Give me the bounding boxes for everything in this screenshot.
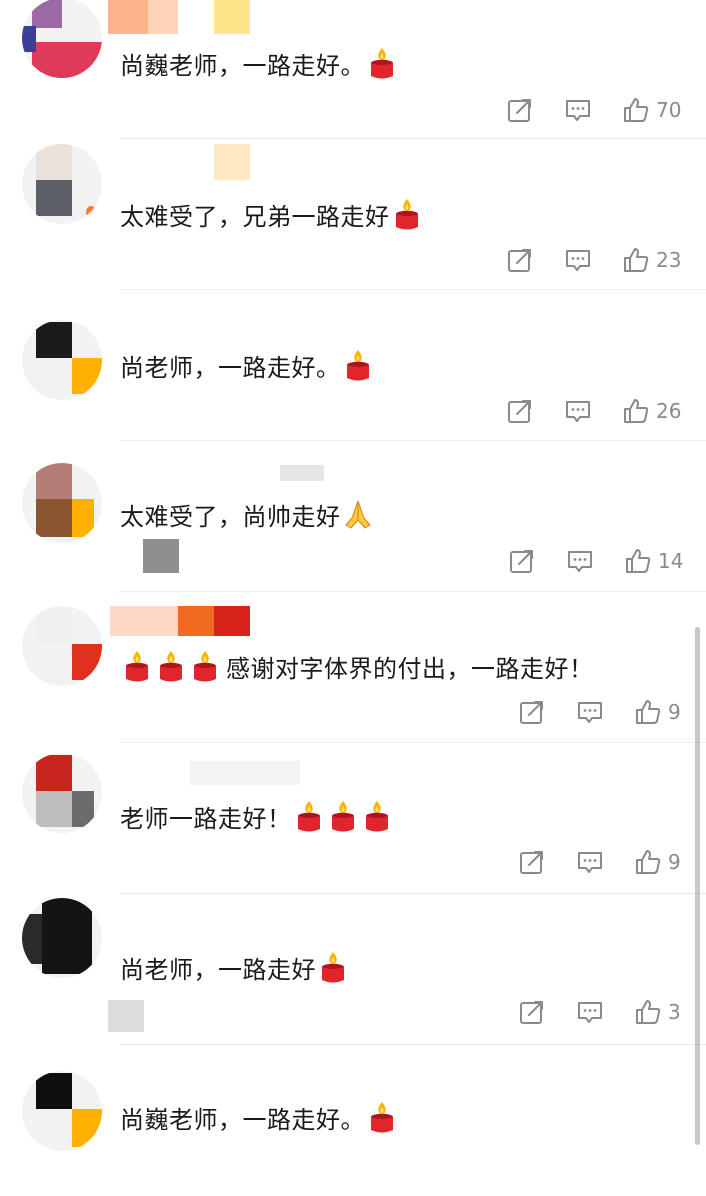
comment-actions: 14 — [508, 546, 683, 576]
like-count: 26 — [656, 399, 682, 423]
username-blurred — [214, 0, 250, 34]
candle-emoji — [157, 649, 185, 683]
comment-actions: 26 — [506, 396, 681, 426]
comment-actions: 3 — [518, 997, 681, 1027]
reply-button[interactable] — [564, 96, 592, 124]
comment-item: 尚巍老师，一路走好。 70 — [0, 0, 706, 139]
comment-text-content: 老师一路走好！ — [120, 805, 292, 833]
comment-item: 太难受了，尚帅走好 14 — [0, 441, 706, 592]
like-count: 9 — [668, 700, 681, 724]
comment-text-content: 尚巍老师，一路走好。 — [120, 52, 365, 80]
reply-button[interactable] — [576, 698, 604, 726]
share-button[interactable] — [518, 848, 546, 876]
candle-emoji — [123, 649, 151, 683]
avatar[interactable] — [22, 320, 102, 400]
comment-text: 老师一路走好！ — [120, 799, 394, 834]
comment-text-content: 尚巍老师，一路走好。 — [120, 1106, 365, 1134]
comment-text: 太难受了，兄弟一路走好 — [120, 197, 424, 232]
comment-actions: 9 — [518, 847, 681, 877]
like-count: 9 — [668, 850, 681, 874]
candle-emoji — [344, 348, 372, 382]
share-button[interactable] — [518, 698, 546, 726]
like-count: 3 — [668, 1000, 681, 1024]
comment-text-content: 太难受了，尚帅走好 — [120, 503, 341, 531]
like-count: 14 — [658, 549, 684, 573]
avatar[interactable] — [22, 0, 102, 78]
comment-text: 尚老师，一路走好。 — [120, 348, 375, 383]
username-blurred[interactable] — [214, 144, 250, 180]
candle-emoji — [368, 1100, 396, 1134]
username-blurred — [148, 0, 178, 34]
comment-text: 尚巍老师，一路走好。 — [120, 1100, 399, 1135]
blurred-timestamp — [143, 539, 179, 573]
comment-text: 尚老师，一路走好 — [120, 950, 350, 985]
candle-emoji — [393, 197, 421, 231]
scrollbar[interactable] — [695, 627, 700, 1145]
comment-item: 尚老师，一路走好。 26 — [0, 290, 706, 441]
reply-button[interactable] — [566, 547, 594, 575]
like-button[interactable] — [622, 397, 650, 425]
folded-hands-emoji — [343, 498, 373, 530]
share-button[interactable] — [506, 96, 534, 124]
like-button[interactable] — [634, 698, 662, 726]
comment-item: 太难受了，兄弟一路走好 23 — [0, 139, 706, 290]
candle-emoji — [295, 799, 323, 833]
blurred-timestamp — [108, 1000, 144, 1032]
comment-item: 尚老师，一路走好 3 — [0, 894, 706, 1045]
avatar[interactable] — [22, 144, 102, 224]
candle-emoji — [363, 799, 391, 833]
comment-feed: 尚巍老师，一路走好。 70 太难受了，兄弟一路走好 23 尚老师，一路走好。 2… — [0, 0, 706, 1151]
like-button[interactable] — [622, 246, 650, 274]
comment-actions: 70 — [506, 95, 681, 125]
like-button[interactable] — [634, 848, 662, 876]
share-button[interactable] — [506, 246, 534, 274]
comment-item: 尚巍老师，一路走好。 — [0, 1045, 706, 1196]
avatar[interactable] — [22, 463, 102, 543]
comment-text-content: 太难受了，兄弟一路走好 — [120, 203, 390, 231]
comment-item: 感谢对字体界的付出，一路走好！ 9 — [0, 592, 706, 743]
avatar[interactable] — [22, 606, 102, 686]
username-blurred[interactable] — [190, 761, 300, 785]
like-button[interactable] — [634, 998, 662, 1026]
comment-text: 尚巍老师，一路走好。 — [120, 46, 399, 81]
share-button[interactable] — [506, 397, 534, 425]
comment-actions: 9 — [518, 697, 681, 727]
comment-text-content: 尚老师，一路走好 — [120, 956, 316, 984]
username-blurred[interactable] — [280, 465, 324, 481]
avatar[interactable] — [22, 1071, 102, 1151]
like-count: 23 — [656, 248, 682, 272]
share-button[interactable] — [518, 998, 546, 1026]
candle-emoji — [368, 46, 396, 80]
avatar[interactable] — [22, 753, 102, 833]
candle-emoji — [319, 950, 347, 984]
like-count: 70 — [656, 98, 682, 122]
reply-button[interactable] — [564, 397, 592, 425]
reply-button[interactable] — [564, 246, 592, 274]
candle-emoji — [191, 649, 219, 683]
reply-button[interactable] — [576, 998, 604, 1026]
comment-actions: 23 — [506, 245, 681, 275]
like-button[interactable] — [622, 96, 650, 124]
username-blurred — [178, 606, 214, 636]
candle-emoji — [329, 799, 357, 833]
share-button[interactable] — [508, 547, 536, 575]
comment-text: 太难受了，尚帅走好 — [120, 498, 373, 532]
comment-text-content: 感谢对字体界的付出，一路走好！ — [226, 655, 594, 683]
username-blurred[interactable] — [108, 0, 148, 34]
comment-text-content: 尚老师，一路走好。 — [120, 354, 341, 382]
avatar[interactable] — [22, 898, 102, 978]
comment-item: 老师一路走好！ 9 — [0, 743, 706, 894]
username-blurred — [214, 606, 250, 636]
comment-text: 感谢对字体界的付出，一路走好！ — [120, 649, 594, 684]
reply-button[interactable] — [576, 848, 604, 876]
like-button[interactable] — [624, 547, 652, 575]
username-blurred[interactable] — [110, 606, 178, 636]
